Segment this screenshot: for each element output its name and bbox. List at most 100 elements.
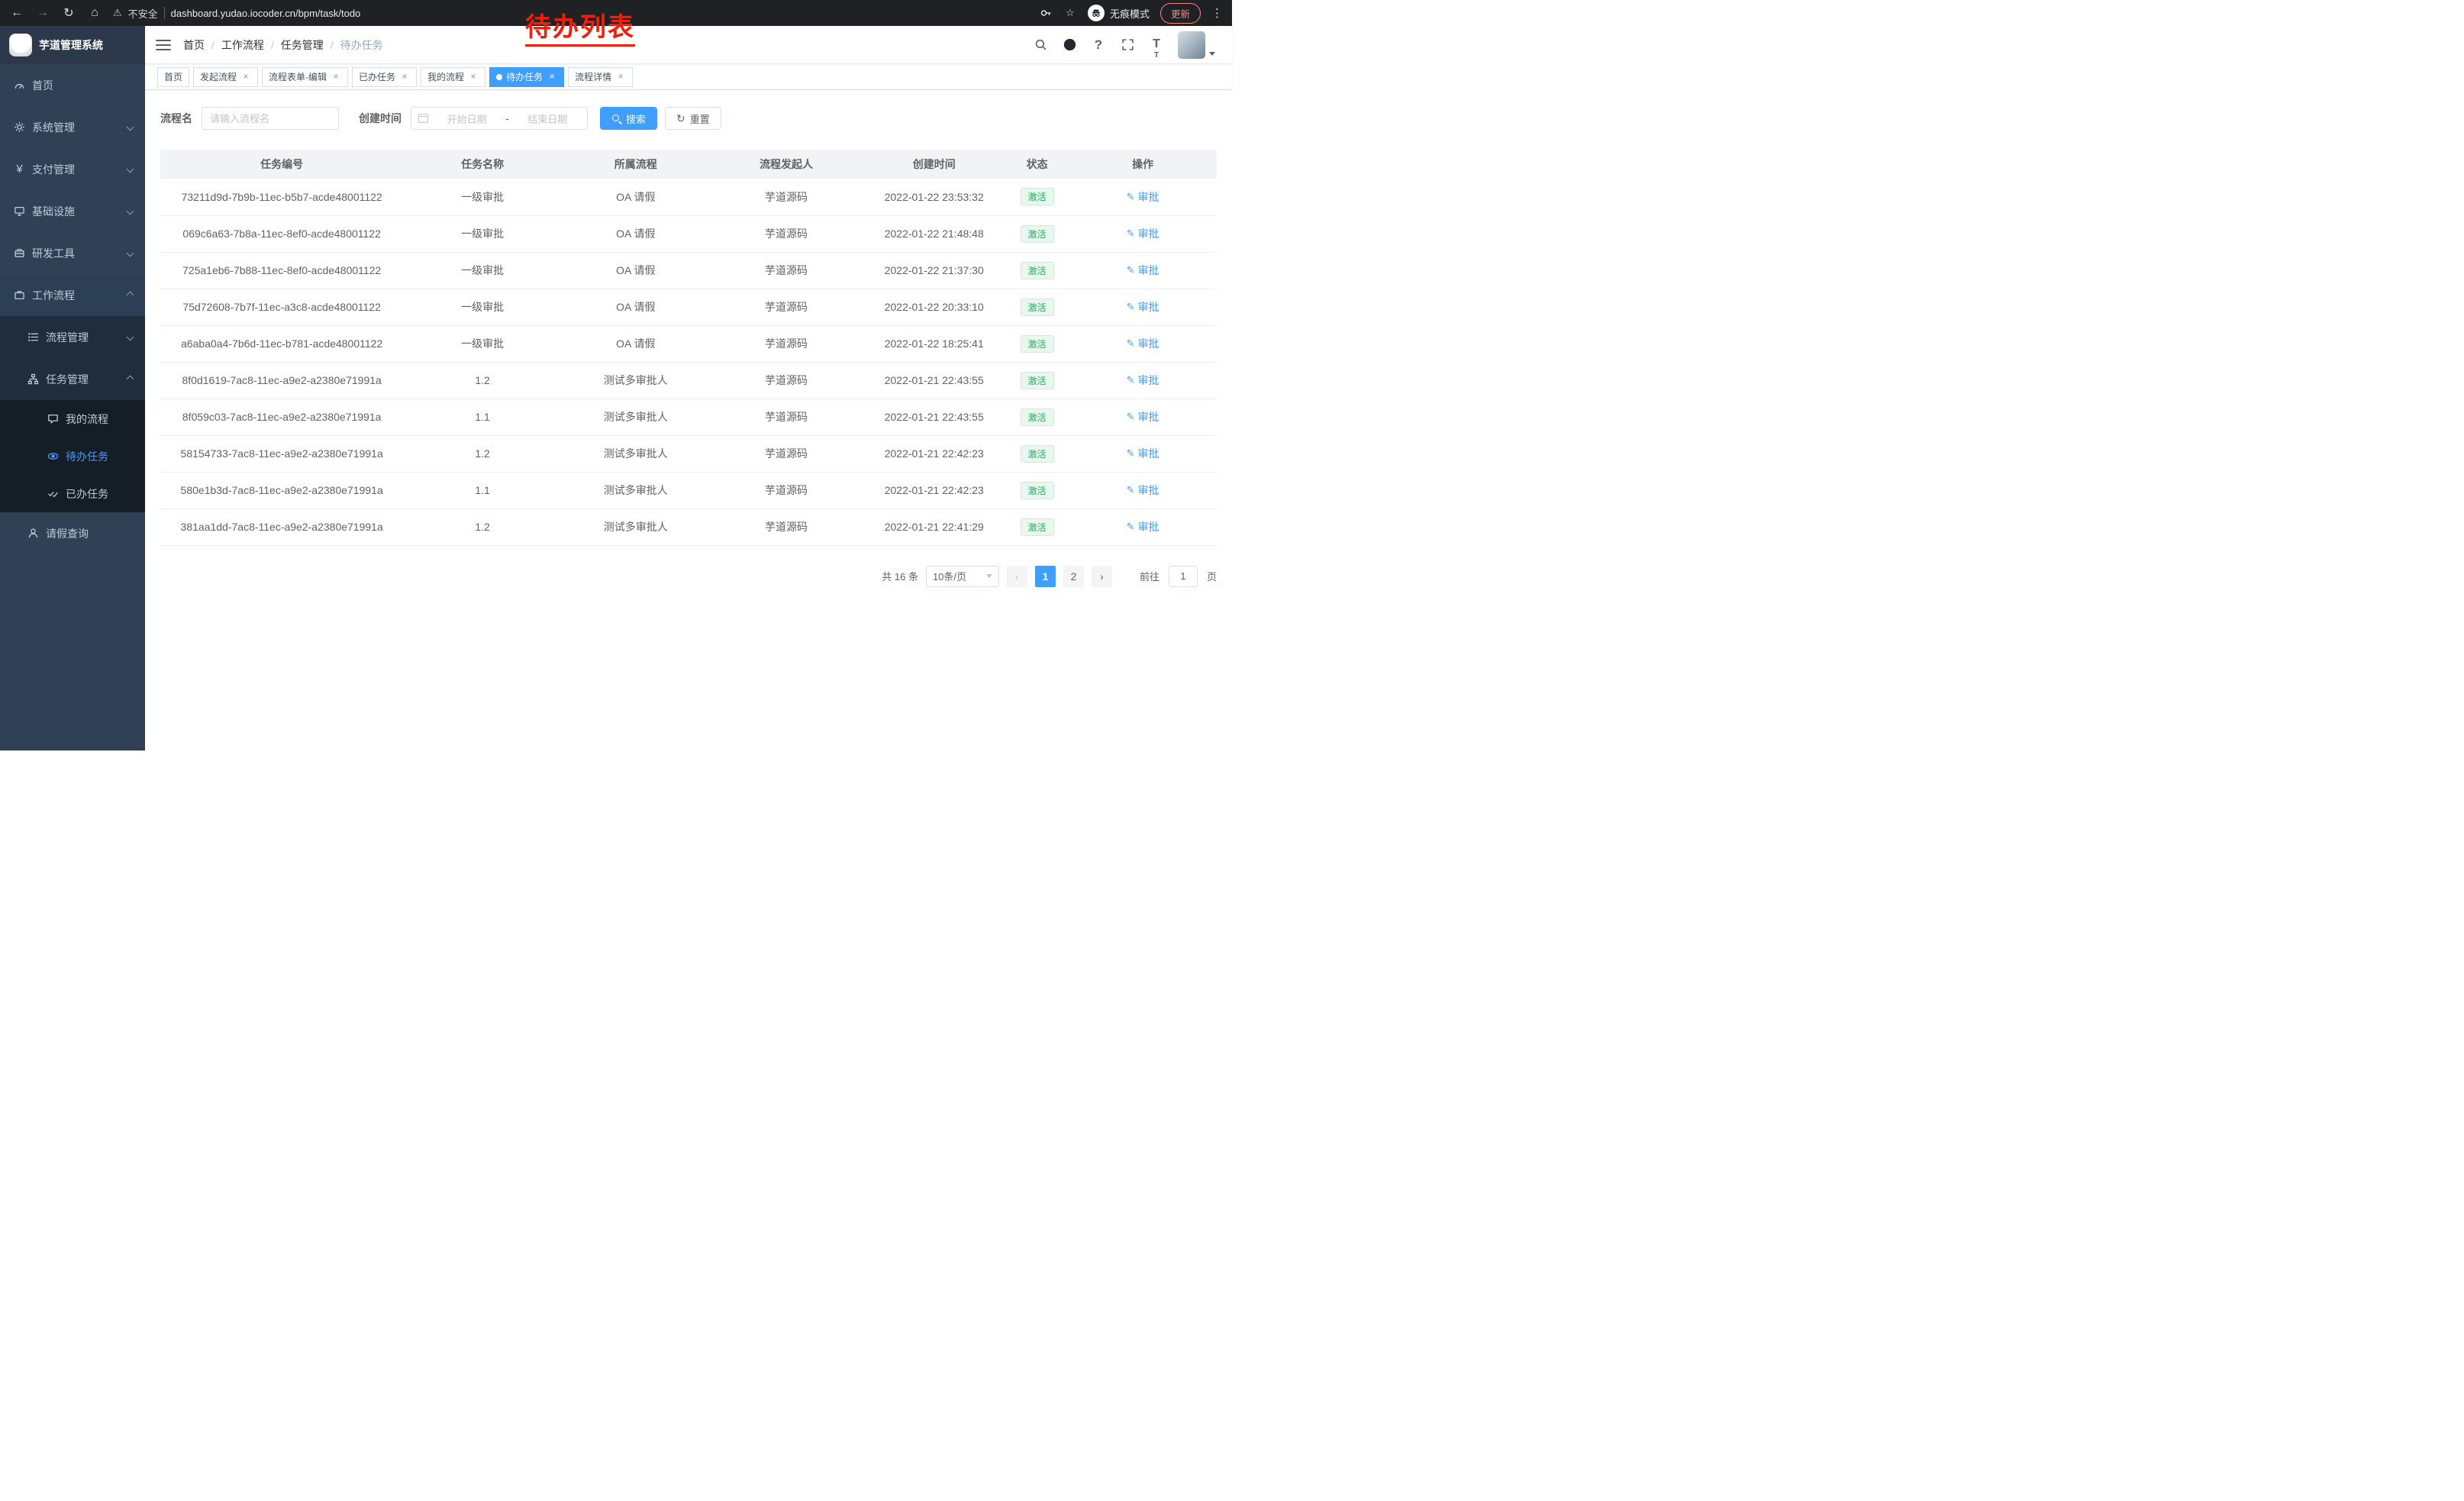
chevron-up-icon	[127, 376, 134, 383]
tab-start-process[interactable]: 发起流程 ×	[193, 67, 258, 87]
close-icon[interactable]: ×	[547, 72, 557, 82]
cell-task-name: 一级审批	[403, 289, 562, 325]
task-table-body: 73211d9d-7b9b-11ec-b5b7-acde48001122 一级审…	[160, 179, 1217, 545]
todo-task-table: 任务编号 任务名称 所属流程 流程发起人 创建时间 状态 操作 73211d9d…	[160, 150, 1217, 546]
back-icon[interactable]: ←	[9, 6, 24, 20]
chevron-down-icon	[127, 124, 134, 131]
fullscreen-icon[interactable]	[1120, 37, 1135, 53]
approve-link[interactable]: ✎ 审批	[1127, 409, 1159, 424]
close-icon[interactable]: ×	[240, 72, 251, 82]
sidebar-item-payment[interactable]: ¥ 支付管理	[0, 148, 145, 190]
close-icon[interactable]: ×	[615, 72, 626, 82]
approve-link[interactable]: ✎ 审批	[1127, 226, 1159, 241]
tab-process-detail[interactable]: 流程详情 ×	[568, 67, 633, 87]
total-count: 共 16 条	[882, 569, 918, 583]
page-size-select[interactable]: 10条/页	[926, 566, 999, 587]
cell-status: 激活	[1005, 289, 1069, 325]
monitor-icon	[14, 205, 25, 217]
status-badge: 激活	[1021, 225, 1054, 243]
user-avatar-menu[interactable]	[1178, 31, 1215, 59]
next-page-button[interactable]: ›	[1092, 566, 1112, 587]
sidebar: 芋道管理系统 首页 系统管理 ¥ 支付管理 基础设施	[0, 26, 145, 750]
approve-link[interactable]: ✎ 审批	[1127, 336, 1159, 351]
cell-task-id: a6aba0a4-7b6d-11ec-b781-acde48001122	[160, 325, 403, 362]
app-logo[interactable]: 芋道管理系统	[0, 26, 145, 64]
page-button-2[interactable]: 2	[1063, 566, 1084, 587]
sidebar-item-system[interactable]: 系统管理	[0, 106, 145, 148]
col-status: 状态	[1005, 150, 1069, 179]
bookmark-star-icon[interactable]: ☆	[1063, 6, 1077, 20]
sidebar-item-infra[interactable]: 基础设施	[0, 190, 145, 232]
cell-action: ✎ 审批	[1069, 289, 1217, 325]
page-button-1[interactable]: 1	[1035, 566, 1056, 587]
sidebar-item-home[interactable]: 首页	[0, 64, 145, 106]
cell-process: 测试多审批人	[562, 435, 710, 472]
github-icon[interactable]	[1062, 37, 1077, 53]
sidebar-item-process-mgmt[interactable]: 流程管理	[0, 316, 145, 358]
cell-task-name: 1.2	[403, 508, 562, 545]
status-badge: 激活	[1021, 408, 1054, 426]
close-icon[interactable]: ×	[399, 72, 410, 82]
approve-link[interactable]: ✎ 审批	[1127, 189, 1159, 205]
warning-icon: ⚠	[113, 7, 122, 19]
font-size-icon[interactable]: TT	[1149, 37, 1164, 53]
breadcrumb-workflow[interactable]: 工作流程	[221, 37, 264, 53]
goto-page-input[interactable]	[1169, 566, 1198, 587]
process-name-input[interactable]	[202, 107, 339, 130]
tab-todo-task[interactable]: 待办任务 ×	[489, 67, 564, 87]
sidebar-item-my-process[interactable]: 我的流程	[0, 400, 145, 437]
edit-icon: ✎	[1127, 337, 1135, 350]
sidebar-item-todo-task[interactable]: 待办任务	[0, 437, 145, 475]
edit-icon: ✎	[1127, 521, 1135, 533]
cell-starter: 芋道源码	[710, 289, 863, 325]
approve-link[interactable]: ✎ 审批	[1127, 519, 1159, 534]
sidebar-item-done-task[interactable]: 已办任务	[0, 475, 145, 512]
edit-icon: ✎	[1127, 301, 1135, 313]
cell-task-id: 381aa1dd-7ac8-11ec-a9e2-a2380e71991a	[160, 508, 403, 545]
search-button[interactable]: 搜索	[600, 107, 657, 130]
sidebar-item-task-mgmt[interactable]: 任务管理	[0, 358, 145, 400]
cell-task-name: 1.2	[403, 435, 562, 472]
prev-page-button[interactable]: ‹	[1007, 566, 1027, 587]
address-bar[interactable]: ⚠ 不安全 dashboard.yudao.iocoder.cn/bpm/tas…	[113, 6, 360, 21]
browser-menu-icon[interactable]: ⋮	[1211, 6, 1223, 20]
start-date-placeholder: 开始日期	[434, 111, 499, 126]
cell-action: ✎ 审批	[1069, 362, 1217, 399]
date-range-picker[interactable]: 开始日期 - 结束日期	[411, 107, 588, 130]
tab-my-process[interactable]: 我的流程 ×	[421, 67, 485, 87]
address-divider	[164, 7, 165, 19]
approve-link[interactable]: ✎ 审批	[1127, 483, 1159, 498]
tab-done-task[interactable]: 已办任务 ×	[352, 67, 417, 87]
yen-icon: ¥	[14, 163, 25, 176]
close-icon[interactable]: ×	[331, 72, 341, 82]
search-icon[interactable]	[1033, 37, 1048, 53]
breadcrumb-home[interactable]: 首页	[183, 37, 205, 53]
breadcrumb: 首页 / 工作流程 / 任务管理 / 待办任务	[183, 37, 383, 53]
reload-icon[interactable]: ↻	[61, 5, 76, 21]
help-icon[interactable]: ?	[1091, 37, 1106, 53]
sidebar-item-leave-query[interactable]: 请假查询	[0, 512, 145, 554]
approve-link[interactable]: ✎ 审批	[1127, 446, 1159, 461]
approve-link[interactable]: ✎ 审批	[1127, 373, 1159, 388]
status-badge: 激活	[1021, 372, 1054, 389]
approve-link[interactable]: ✎ 审批	[1127, 299, 1159, 315]
cell-created: 2022-01-22 21:37:30	[863, 252, 1005, 289]
cell-starter: 芋道源码	[710, 435, 863, 472]
breadcrumb-task-mgmt[interactable]: 任务管理	[281, 37, 324, 53]
refresh-icon: ↻	[676, 113, 685, 124]
cell-task-name: 1.1	[403, 472, 562, 508]
sidebar-item-devtools[interactable]: 研发工具	[0, 232, 145, 274]
sidebar-item-workflow[interactable]: 工作流程	[0, 274, 145, 316]
tab-form-edit[interactable]: 流程表单-编辑 ×	[262, 67, 348, 87]
toolbox-icon	[14, 247, 25, 259]
reset-button[interactable]: ↻ 重置	[665, 107, 721, 130]
update-button[interactable]: 更新	[1160, 3, 1201, 24]
close-icon[interactable]: ×	[468, 72, 479, 82]
collapse-sidebar-icon[interactable]	[156, 40, 171, 50]
password-key-icon[interactable]	[1039, 6, 1053, 20]
table-row: 73211d9d-7b9b-11ec-b5b7-acde48001122 一级审…	[160, 179, 1217, 215]
home-icon[interactable]: ⌂	[87, 6, 102, 20]
approve-link[interactable]: ✎ 审批	[1127, 263, 1159, 278]
tab-home[interactable]: 首页	[157, 67, 189, 87]
forward-icon[interactable]: →	[35, 6, 50, 20]
